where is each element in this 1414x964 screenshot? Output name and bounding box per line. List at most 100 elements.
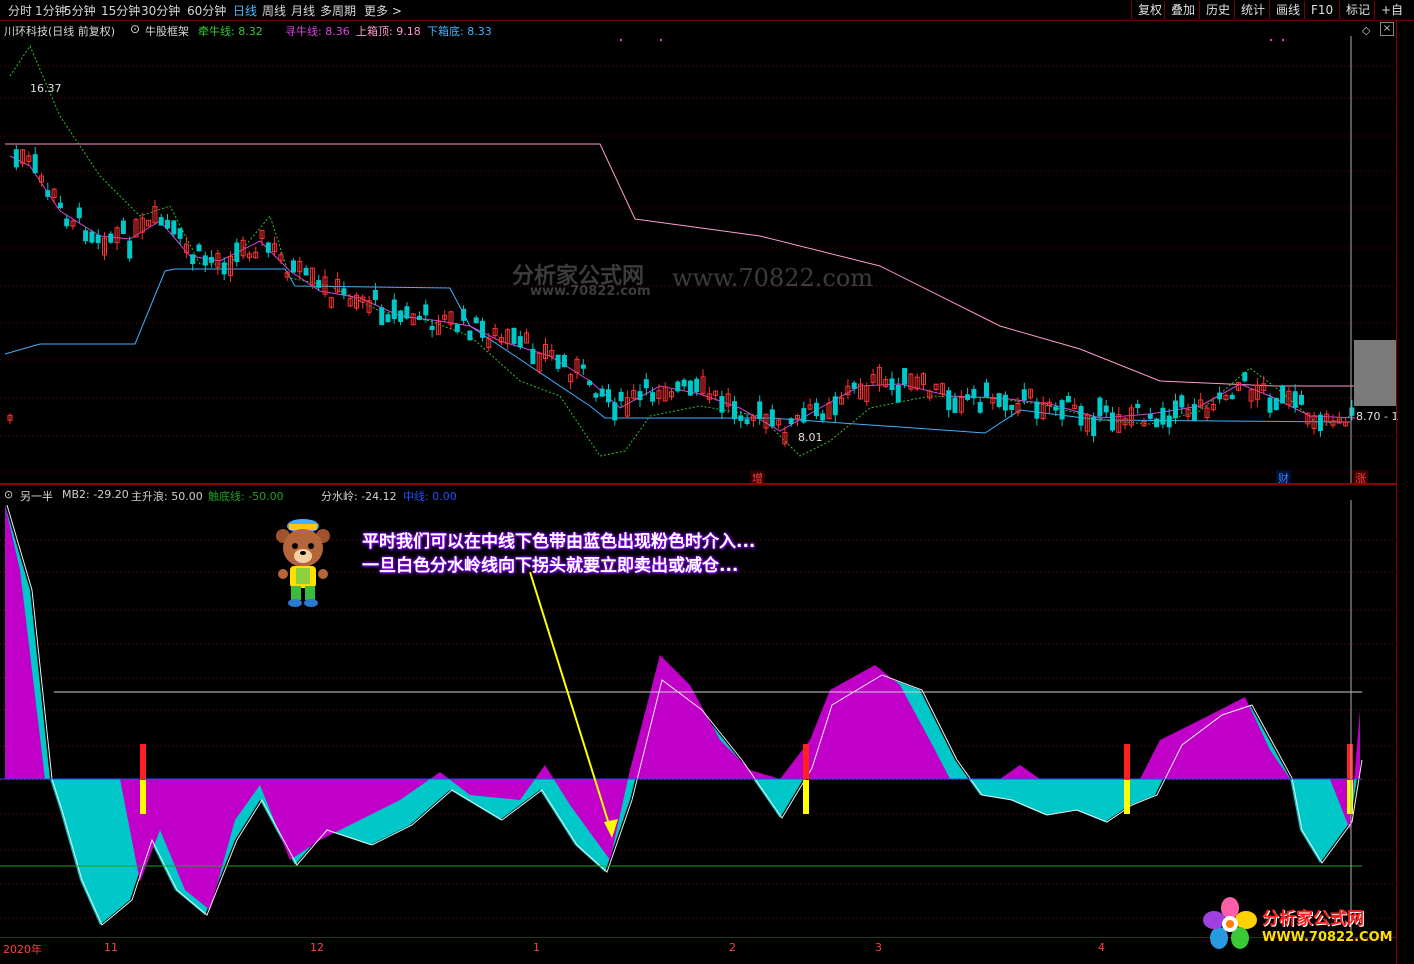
time-label-dec: 12 [310,941,324,954]
candle-body [637,391,643,401]
candle-body [1097,397,1103,417]
candle-body [1299,394,1304,405]
candle-body [64,218,70,227]
panel-separator[interactable] [0,483,1396,485]
signal-bar-red [1124,744,1130,779]
candle-body [385,314,391,323]
annotation-text: 平时我们可以在中线下色带由蓝色出现粉色时介入... 一旦白色分水岭线向下拐头就要… [362,530,755,578]
candle-body [171,220,177,235]
signal-bar-yellow [1347,780,1353,814]
candle-body [1147,413,1153,419]
period-toolbar: 分时 1分钟 5分钟 15分钟 30分钟 60分钟 日线 周线 月线 多周期 更… [0,0,1414,21]
tool-draw-button[interactable]: 画线 [1269,1,1306,19]
candle-body [801,408,807,423]
time-axis-line [0,937,1396,938]
time-label-mar: 3 [875,941,882,954]
time-label-feb: 2 [729,941,736,954]
candle-body [1091,416,1097,437]
candle-body [1053,406,1059,411]
candle-body [404,306,410,319]
candle-body [1059,400,1065,420]
candle-body [612,402,618,421]
tool-mark-button[interactable]: 标记 [1339,1,1376,19]
candle-body [580,364,586,369]
candle-body [832,396,838,416]
candle-body [517,336,523,348]
candle-body [946,390,952,411]
candle-body [977,402,983,413]
time-label-jan: 1 [533,941,540,954]
period-tab-60min[interactable]: 60分钟 [187,2,226,19]
candle-body [1242,372,1248,382]
candle-body [1078,405,1084,426]
period-tab-monthly[interactable]: 月线 [291,2,315,19]
candle-body [996,393,1002,407]
annotation-line-2: 一旦白色分水岭线向下拐头就要立即卖出或减仓... [362,556,739,576]
candle-body [757,401,763,419]
period-tab-30min[interactable]: 30分钟 [141,2,180,19]
tool-overlay-button[interactable]: 叠加 [1164,1,1201,19]
candle-body [788,418,794,425]
candle-body [606,389,611,403]
candle-body [952,397,958,413]
candle-body [593,393,599,398]
tool-fuquan-button[interactable]: 复权 [1131,1,1168,19]
candle-body [209,256,215,263]
candle-body [83,230,89,242]
signal-bar-yellow [803,780,809,814]
period-tab-daily[interactable]: 日线 [233,2,257,19]
period-tab-fenshi[interactable]: 分时 [8,2,32,19]
candle-body [372,289,378,300]
candle-body [738,415,744,421]
signal-bar-red [140,744,146,779]
candle-body [984,382,989,397]
logo-url: WWW.70822.COM [1262,930,1393,945]
qianniu-line [9,44,1351,457]
candle-body [234,242,240,263]
time-label-year: 2020年 [3,943,42,956]
period-tab-more[interactable]: 更多 > [364,2,402,19]
right-border [1396,20,1397,964]
tool-stats-button[interactable]: 统计 [1234,1,1271,19]
candle-body [965,394,971,400]
candle-body [196,244,202,252]
signal-bar-red [803,744,809,779]
candle-body [599,388,605,397]
candle-body [1179,395,1185,408]
candle-body [1034,401,1040,419]
candle-body [265,242,271,253]
period-tab-1min[interactable]: 1分钟 [35,2,67,19]
tool-f10-button[interactable]: F10 [1304,1,1339,19]
candle-body [650,392,656,402]
flower-logo-icon [1203,897,1257,949]
time-label-nov: 11 [104,941,118,954]
low-price-marker: 8.01 [798,431,823,444]
candle-body [889,378,895,391]
candle-body [1110,412,1115,431]
candle-body [454,324,460,333]
period-tab-multi[interactable]: 多周期 [320,2,356,19]
tool-history-button[interactable]: 历史 [1199,1,1236,19]
candlestick-chart[interactable] [0,36,1396,484]
close-icon[interactable]: × [1380,22,1394,36]
indicator-settings-icon[interactable]: ⊙ [130,22,140,36]
signal-dot [660,39,662,41]
candle-body [291,260,296,273]
candle-body [587,380,593,386]
candle-body [1191,404,1197,421]
period-tab-15min[interactable]: 15分钟 [101,2,140,19]
candle-body [95,234,101,244]
period-tab-5min[interactable]: 5分钟 [64,2,96,19]
candle-body [555,354,561,369]
tool-custom-button[interactable]: +自 [1374,1,1409,19]
candle-body [820,413,826,421]
price-range-box [1354,340,1396,406]
candle-body [895,385,901,403]
box-bottom-line [4,268,1351,434]
candle-body [1229,394,1235,400]
watermark-url: www.70822.com [672,264,874,292]
candle-body [108,233,114,243]
candle-body [89,231,95,243]
candle-body [303,267,309,276]
period-tab-weekly[interactable]: 周线 [262,2,286,19]
